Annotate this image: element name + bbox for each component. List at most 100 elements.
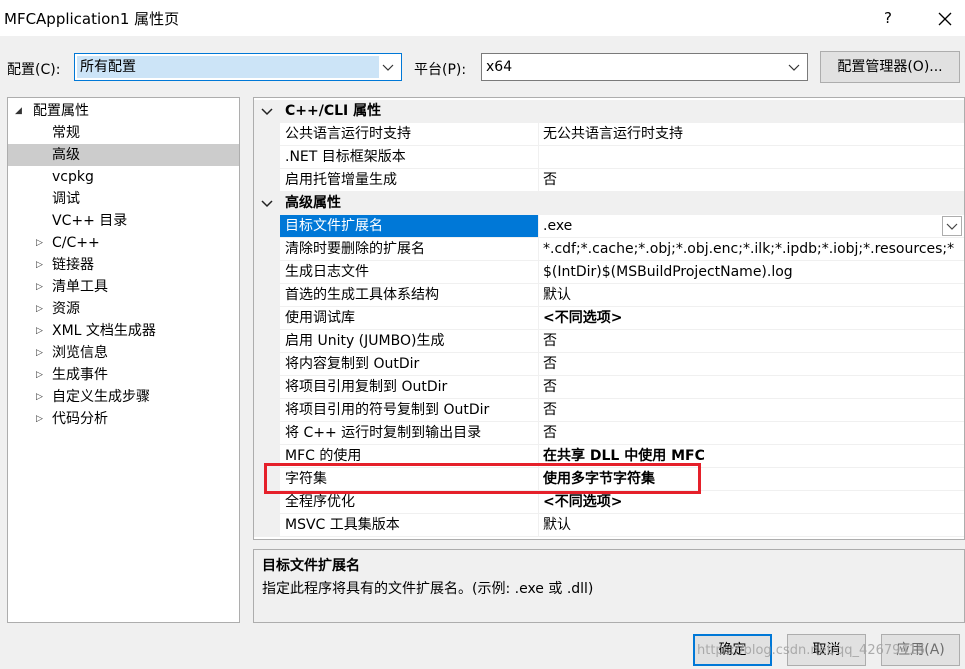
collapsed-triangle-icon[interactable]: ▷: [36, 298, 46, 320]
description-title: 目标文件扩展名: [262, 558, 360, 574]
property-name[interactable]: 将项目引用的符号复制到 OutDir: [280, 399, 539, 422]
property-name[interactable]: 首选的生成工具体系结构: [280, 284, 539, 307]
property-value[interactable]: 否: [539, 169, 964, 192]
row-gutter: [254, 307, 280, 330]
property-name[interactable]: 全程序优化: [280, 491, 539, 514]
collapsed-triangle-icon[interactable]: ▷: [36, 276, 46, 298]
value-dropdown-button[interactable]: [942, 216, 962, 236]
property-value[interactable]: 否: [539, 330, 964, 353]
property-value-text: 无公共语言运行时支持: [543, 126, 683, 142]
grid-row[interactable]: 将项目引用的符号复制到 OutDir 否: [254, 399, 964, 422]
tree-item[interactable]: ▷ C/C++: [8, 232, 239, 254]
grid-category[interactable]: C++/CLI 属性: [254, 100, 964, 123]
grid-row[interactable]: 全程序优化 <不同选项>: [254, 491, 964, 514]
property-name[interactable]: 公共语言运行时支持: [280, 123, 539, 146]
collapsed-triangle-icon[interactable]: ▷: [36, 232, 46, 254]
tree-item[interactable]: ▷ XML 文档生成器: [8, 320, 239, 342]
grid-row[interactable]: 使用调试库 <不同选项>: [254, 307, 964, 330]
property-value[interactable]: [539, 146, 964, 169]
collapsed-triangle-icon[interactable]: ▷: [36, 342, 46, 364]
row-gutter: [254, 123, 280, 146]
grid-row[interactable]: 首选的生成工具体系结构 默认: [254, 284, 964, 307]
property-value[interactable]: *.cdf;*.cache;*.obj;*.obj.enc;*.ilk;*.ip…: [539, 238, 964, 261]
tree-item[interactable]: ▷ 资源: [8, 298, 239, 320]
grid-row[interactable]: 启用托管增量生成否: [254, 169, 964, 192]
tree-item-label: 常规: [52, 125, 80, 141]
property-value[interactable]: 默认: [539, 284, 964, 307]
property-value[interactable]: 否: [539, 399, 964, 422]
grid-row[interactable]: 将 C++ 运行时复制到输出目录否: [254, 422, 964, 445]
grid-row[interactable]: 清除时要删除的扩展名 *.cdf;*.cache;*.obj;*.obj.enc;…: [254, 238, 964, 261]
property-value-text: 否: [543, 379, 557, 395]
grid-row[interactable]: 目标文件扩展名 .exe: [254, 215, 964, 238]
property-value-text: 在共享 DLL 中使用 MFC: [543, 448, 705, 464]
property-name[interactable]: 清除时要删除的扩展名: [280, 238, 539, 261]
property-name[interactable]: 目标文件扩展名: [280, 215, 539, 238]
tree-item[interactable]: vcpkg: [8, 166, 239, 188]
expanded-triangle-icon[interactable]: ◢: [15, 100, 25, 122]
row-gutter: [254, 261, 280, 284]
collapsed-triangle-icon[interactable]: ▷: [36, 408, 46, 430]
collapsed-triangle-icon[interactable]: ▷: [36, 254, 46, 276]
property-name[interactable]: 将内容复制到 OutDir: [280, 353, 539, 376]
config-manager-button[interactable]: 配置管理器(O)...: [820, 51, 960, 83]
property-name[interactable]: 启用 Unity (JUMBO)生成: [280, 330, 539, 353]
tree-item[interactable]: ▷ 清单工具: [8, 276, 239, 298]
tree-item[interactable]: ▷ 代码分析: [8, 408, 239, 430]
help-button[interactable]: ?: [876, 6, 900, 30]
property-value[interactable]: .exe: [539, 215, 964, 238]
grid-row[interactable]: 将项目引用复制到 OutDir 否: [254, 376, 964, 399]
tree-item[interactable]: 调试: [8, 188, 239, 210]
tree-item[interactable]: ▷ 自定义生成步骤: [8, 386, 239, 408]
property-value[interactable]: $(IntDir)$(MSBuildProjectName).log: [539, 261, 964, 284]
tree-item-label: 自定义生成步骤: [52, 389, 150, 405]
row-gutter: [254, 422, 280, 445]
property-value[interactable]: 否: [539, 422, 964, 445]
row-gutter: [254, 491, 280, 514]
collapsed-triangle-icon[interactable]: ▷: [36, 364, 46, 386]
grid-row[interactable]: 将内容复制到 OutDir 否: [254, 353, 964, 376]
grid-row[interactable]: MSVC 工具集版本 默认: [254, 514, 964, 537]
close-button[interactable]: [932, 6, 958, 32]
row-gutter: [254, 376, 280, 399]
tree-item[interactable]: VC++ 目录: [8, 210, 239, 232]
tree-item-config-properties[interactable]: ◢ 配置属性: [8, 100, 239, 122]
platform-select[interactable]: x64: [481, 53, 808, 81]
property-name[interactable]: 将 C++ 运行时复制到输出目录: [280, 422, 539, 445]
grid-row[interactable]: 启用 Unity (JUMBO)生成否: [254, 330, 964, 353]
tree-item[interactable]: 常规: [8, 122, 239, 144]
property-name[interactable]: 生成日志文件: [280, 261, 539, 284]
tree-item[interactable]: 高级: [8, 144, 239, 166]
tree-item[interactable]: ▷ 链接器: [8, 254, 239, 276]
tree-item[interactable]: ▷ 生成事件: [8, 364, 239, 386]
collapsed-triangle-icon[interactable]: ▷: [36, 386, 46, 408]
grid-row[interactable]: 公共语言运行时支持 无公共语言运行时支持: [254, 123, 964, 146]
collapsed-triangle-icon[interactable]: ▷: [36, 320, 46, 342]
property-value[interactable]: 否: [539, 353, 964, 376]
property-value[interactable]: 否: [539, 376, 964, 399]
tree-item[interactable]: ▷ 浏览信息: [8, 342, 239, 364]
grid-category[interactable]: 高级属性: [254, 192, 964, 215]
property-tree: ◢ 配置属性 常规 高级 vcpkg 调试 VC++ 目录 ▷ C/C++ ▷ 链接器 ▷ 清单工具…: [7, 97, 240, 623]
grid-row[interactable]: .NET 目标框架版本: [254, 146, 964, 169]
property-value-text: 否: [543, 402, 557, 418]
property-name[interactable]: MSVC 工具集版本: [280, 514, 539, 537]
property-value-text: 否: [543, 333, 557, 349]
config-select[interactable]: 所有配置: [74, 53, 402, 81]
property-name[interactable]: 将项目引用复制到 OutDir: [280, 376, 539, 399]
tree-item-label: C/C++: [52, 235, 100, 251]
chevron-down-icon[interactable]: [261, 105, 273, 117]
property-name[interactable]: 使用调试库: [280, 307, 539, 330]
property-name[interactable]: 启用托管增量生成: [280, 169, 539, 192]
property-value[interactable]: 默认: [539, 514, 964, 537]
property-value[interactable]: 无公共语言运行时支持: [539, 123, 964, 146]
chevron-down-icon[interactable]: [261, 197, 273, 209]
property-value-text: <不同选项>: [543, 310, 623, 326]
row-gutter: [254, 284, 280, 307]
grid-row[interactable]: 生成日志文件 $(IntDir)$(MSBuildProjectName).log: [254, 261, 964, 284]
property-value[interactable]: <不同选项>: [539, 491, 964, 514]
property-value-text: $(IntDir)$(MSBuildProjectName).log: [543, 264, 793, 280]
property-value-text: *.cdf;*.cache;*.obj;*.obj.enc;*.ilk;*.ip…: [543, 241, 955, 257]
property-value[interactable]: <不同选项>: [539, 307, 964, 330]
property-name[interactable]: .NET 目标框架版本: [280, 146, 539, 169]
